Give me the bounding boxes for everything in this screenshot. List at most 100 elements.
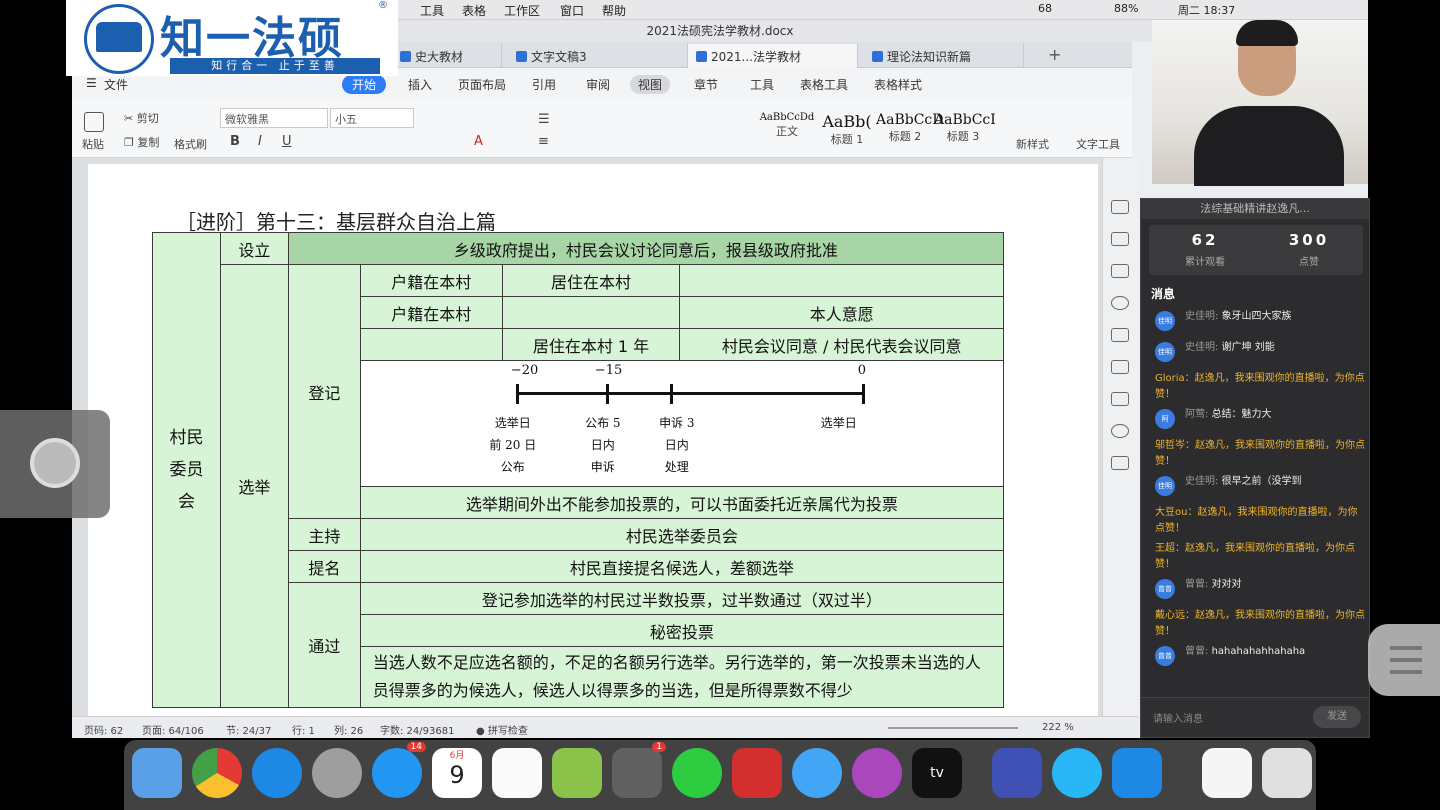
dingtalk-icon[interactable] bbox=[1052, 748, 1102, 798]
ribbon-tab-table-style[interactable]: 表格样式 bbox=[874, 76, 922, 93]
history-icon[interactable] bbox=[1111, 424, 1129, 438]
menu-window[interactable]: 窗口 bbox=[560, 2, 584, 19]
reg-cell bbox=[501, 296, 681, 329]
text-tool-button[interactable]: 文字工具 bbox=[1076, 136, 1120, 152]
blocker-icon[interactable] bbox=[732, 748, 782, 798]
floating-menu-button[interactable] bbox=[1368, 624, 1440, 696]
ribbon-tab-reference[interactable]: 引用 bbox=[532, 76, 556, 93]
paste-icon[interactable] bbox=[84, 112, 104, 132]
reg-cell bbox=[359, 328, 503, 361]
timeline-label: 申诉 3 日内 处理 bbox=[647, 412, 707, 478]
new-tab-icon[interactable]: + bbox=[1048, 45, 1061, 64]
chat-message: 大豆ou：赵逸凡，我来围观你的直播啦，为你点赞！ bbox=[1147, 505, 1367, 541]
tl-line: 选举日 bbox=[494, 415, 531, 430]
cut-button[interactable]: ✂ 剪切 bbox=[124, 110, 159, 126]
style-heading-1[interactable]: AaBb( 标题 1 bbox=[818, 112, 876, 147]
underline-icon[interactable]: U bbox=[282, 134, 292, 149]
reg-cell: 居住在本村 bbox=[501, 264, 681, 297]
presenter-body bbox=[1194, 106, 1344, 186]
select-icon[interactable] bbox=[1111, 328, 1129, 342]
assistive-touch[interactable] bbox=[0, 410, 110, 518]
side-tool-dock bbox=[1102, 158, 1138, 716]
appstore-icon[interactable]: 14 bbox=[372, 742, 426, 798]
wps-icon[interactable] bbox=[1112, 748, 1162, 798]
settings-icon[interactable]: 1 bbox=[612, 742, 666, 798]
live-title: 法综基础精讲赵逸凡... bbox=[1141, 199, 1369, 219]
pass-cell: 当选人数不足应选名额的，不足的名额另行选举。另行选举的，第一次投票未当选的人员得… bbox=[359, 646, 1005, 708]
menu-help[interactable]: 帮助 bbox=[602, 2, 626, 19]
lock-icon[interactable] bbox=[1111, 360, 1129, 374]
ribbon-tab-file[interactable]: 文件 bbox=[104, 76, 128, 93]
tab-doc-4[interactable]: 理论法知识新篇 bbox=[864, 44, 1024, 68]
ribbon-tab-chapter[interactable]: 章节 bbox=[694, 76, 718, 93]
ribbon-tab-view[interactable]: 视图 bbox=[630, 75, 671, 94]
tab-doc-1[interactable]: 史大教材 bbox=[392, 44, 502, 68]
font-color-icon[interactable]: A bbox=[474, 134, 483, 149]
status-col: 列: 26 bbox=[334, 726, 364, 737]
copy-button[interactable]: ❐ 复制 bbox=[124, 134, 159, 150]
appletv-icon[interactable]: tv bbox=[912, 748, 962, 798]
chat-message-text: 阿莺: 总结：魅力大 bbox=[1185, 407, 1367, 423]
style-heading-2[interactable]: AaBbCcD 标题 2 bbox=[876, 112, 943, 144]
italic-icon[interactable]: I bbox=[258, 134, 262, 149]
nominate-label-cell: 提名 bbox=[287, 550, 361, 583]
podcasts-icon[interactable] bbox=[852, 748, 902, 798]
send-button[interactable]: 发送 bbox=[1313, 706, 1361, 728]
zoom-slider[interactable] bbox=[888, 727, 1018, 729]
bold-icon[interactable]: B bbox=[230, 134, 240, 149]
host-text-cell: 村民选举委员会 bbox=[359, 518, 1005, 551]
shape-icon[interactable] bbox=[1111, 232, 1129, 246]
chat-gift-text: 王超：赵逸凡，我来围观你的直播啦，为你点赞！ bbox=[1155, 543, 1355, 570]
ribbon-tab-home[interactable]: 开始 bbox=[342, 75, 387, 94]
chat-username: 史佳明: bbox=[1185, 342, 1219, 353]
ribbon-tab-layout[interactable]: 页面布局 bbox=[458, 76, 506, 93]
maps-icon[interactable] bbox=[552, 748, 602, 798]
navigation-icon[interactable] bbox=[1111, 296, 1129, 310]
adjust-icon[interactable] bbox=[1111, 392, 1129, 406]
chat-message: 曾曾 曾曾: hahahahahhahaha bbox=[1147, 644, 1367, 675]
image-icon[interactable] bbox=[1111, 456, 1129, 470]
ribbon-menu-icon[interactable]: ☰ bbox=[86, 76, 97, 90]
style-sample: AaBb( bbox=[822, 112, 872, 131]
new-style-button[interactable]: 新样式 bbox=[1016, 136, 1049, 152]
style-name: 标题 1 bbox=[830, 133, 864, 146]
font-family-select[interactable]: 微软雅黑 bbox=[220, 108, 328, 128]
style-icon[interactable] bbox=[1111, 264, 1129, 278]
chrome-icon[interactable] bbox=[192, 748, 242, 798]
ribbon-tab-review[interactable]: 审阅 bbox=[586, 76, 610, 93]
font-size-select[interactable]: 小五 bbox=[330, 108, 414, 128]
chat-message: 邬哲岑：赵逸凡，我来围观你的直播啦，为你点赞！ bbox=[1147, 438, 1367, 474]
menu-table[interactable]: 表格 bbox=[462, 2, 486, 19]
launchpad-icon[interactable] bbox=[312, 748, 362, 798]
pdf-app-icon[interactable] bbox=[992, 748, 1042, 798]
wechat-icon[interactable] bbox=[672, 748, 722, 798]
finder-icon[interactable] bbox=[132, 748, 182, 798]
list-icon[interactable]: ☰ bbox=[538, 112, 550, 127]
ribbon-tab-tools[interactable]: 工具 bbox=[750, 76, 774, 93]
tab-doc-3[interactable]: 2021...法学教材 bbox=[688, 44, 858, 68]
qq-icon[interactable] bbox=[792, 748, 842, 798]
style-normal[interactable]: AaBbCcDd 正文 bbox=[758, 112, 816, 139]
live-stats: 62 累计观看 300 点赞 bbox=[1149, 225, 1363, 275]
ribbon-tab-insert[interactable]: 插入 bbox=[408, 76, 432, 93]
ribbon-tab-table-tools[interactable]: 表格工具 bbox=[800, 76, 848, 93]
section-heading: ［进阶］第十三：基层群众自治上篇 bbox=[176, 210, 496, 234]
style-heading-3[interactable]: AaBbCcI 标题 3 bbox=[934, 112, 996, 144]
format-painter-button[interactable]: 格式刷 bbox=[174, 136, 207, 152]
logo-slogan: 知行合一 止于至善 bbox=[170, 58, 380, 74]
menu-tools[interactable]: 工具 bbox=[420, 2, 444, 19]
trash-icon[interactable] bbox=[1262, 748, 1312, 798]
menu-workspace[interactable]: 工作区 bbox=[504, 2, 540, 19]
edit-icon[interactable] bbox=[1111, 200, 1129, 214]
like-count: 300 bbox=[1288, 231, 1330, 249]
spell-check-button[interactable]: ● 拼写检查 bbox=[476, 722, 528, 737]
tab-doc-2[interactable]: 文字文稿3 bbox=[508, 44, 688, 68]
doc-icon bbox=[516, 51, 527, 62]
safari-icon[interactable] bbox=[252, 748, 302, 798]
chat-input[interactable]: 请输入消息 bbox=[1153, 710, 1203, 725]
reminders-icon[interactable] bbox=[492, 748, 542, 798]
document-stack-icon[interactable] bbox=[1202, 748, 1252, 798]
align-left-icon[interactable]: ≡ bbox=[538, 134, 549, 149]
clock: 周二 18:37 bbox=[1178, 4, 1236, 17]
calendar-icon[interactable]: 6月 9 bbox=[432, 748, 482, 798]
